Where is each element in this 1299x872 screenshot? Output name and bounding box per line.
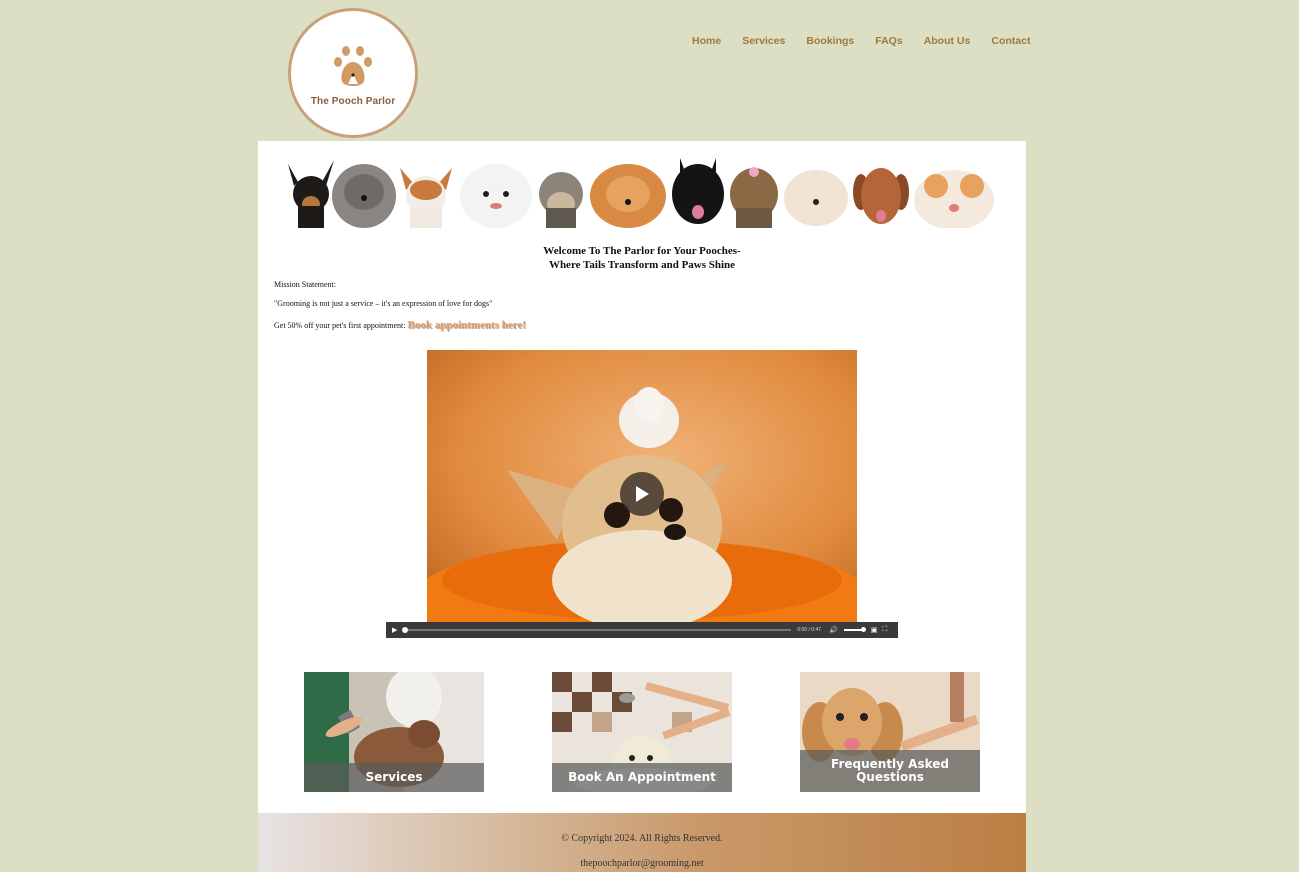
services-card[interactable]: Services <box>304 672 484 792</box>
nav-about-us[interactable]: About Us <box>924 35 971 47</box>
services-card-label: Services <box>304 763 484 792</box>
faq-card-label-line-2: Questions <box>856 770 924 784</box>
book-appointment-card[interactable]: Book An Appointment <box>552 672 732 792</box>
video-progress-bar[interactable] <box>402 627 792 633</box>
welcome-line-2: Where Tails Transform and Paws Shine <box>548 259 736 271</box>
faq-card-label: Frequently Asked Questions <box>800 750 980 792</box>
nav-contact[interactable]: Contact <box>991 35 1030 47</box>
play-icon <box>636 486 649 502</box>
picture-in-picture-icon[interactable]: ▣ <box>871 626 878 634</box>
main-content: Welcome To The Parlor for Your Pooches- … <box>258 141 1026 813</box>
footer-email[interactable]: thepoochparlor@grooming.net <box>258 858 1026 869</box>
site-footer: © Copyright 2024. All Rights Reserved. t… <box>258 813 1026 872</box>
site-logo[interactable]: The Pooch Parlor <box>288 8 418 138</box>
main-nav: Home Services Bookings FAQs About Us Con… <box>692 35 1051 47</box>
dogs-banner-image <box>276 146 998 228</box>
brand-name: The Pooch Parlor <box>310 95 396 107</box>
welcome-line-1: Welcome To The Parlor for Your Pooches- <box>543 245 741 257</box>
fullscreen-icon[interactable]: ⛶ <box>882 626 887 634</box>
welcome-heading: Welcome To The Parlor for Your Pooches- … <box>258 244 1026 272</box>
nav-bookings[interactable]: Bookings <box>806 35 854 47</box>
nav-faqs[interactable]: FAQs <box>875 35 902 47</box>
faq-card[interactable]: Frequently Asked Questions <box>800 672 980 792</box>
footer-copyright: © Copyright 2024. All Rights Reserved. <box>561 833 723 844</box>
book-appointments-link[interactable]: Book appointments here! <box>408 319 526 331</box>
nav-home[interactable]: Home <box>692 35 721 47</box>
video-player[interactable] <box>427 350 857 622</box>
video-play-button[interactable] <box>620 472 664 516</box>
mission-quote: "Grooming is not just a service – it's a… <box>274 299 493 308</box>
video-controls: ▶ 0:00 / 0:47 🔊 ▣ ⛶ <box>386 622 898 638</box>
play-small-icon[interactable]: ▶ <box>392 626 397 634</box>
book-appointment-card-label: Book An Appointment <box>552 763 732 792</box>
paw-icon <box>334 45 372 86</box>
promo-text: Get 50% off your pet's first appointment… <box>274 321 408 330</box>
mission-label: Mission Statement: <box>274 280 336 289</box>
video-time: 0:00 / 0:47 <box>797 627 822 633</box>
volume-knob[interactable] <box>860 627 866 632</box>
volume-icon[interactable]: 🔊 <box>829 626 838 634</box>
volume-slider[interactable] <box>843 627 866 632</box>
nav-services[interactable]: Services <box>742 35 785 47</box>
progress-knob[interactable] <box>402 627 409 633</box>
promo-line: Get 50% off your pet's first appointment… <box>274 319 526 331</box>
